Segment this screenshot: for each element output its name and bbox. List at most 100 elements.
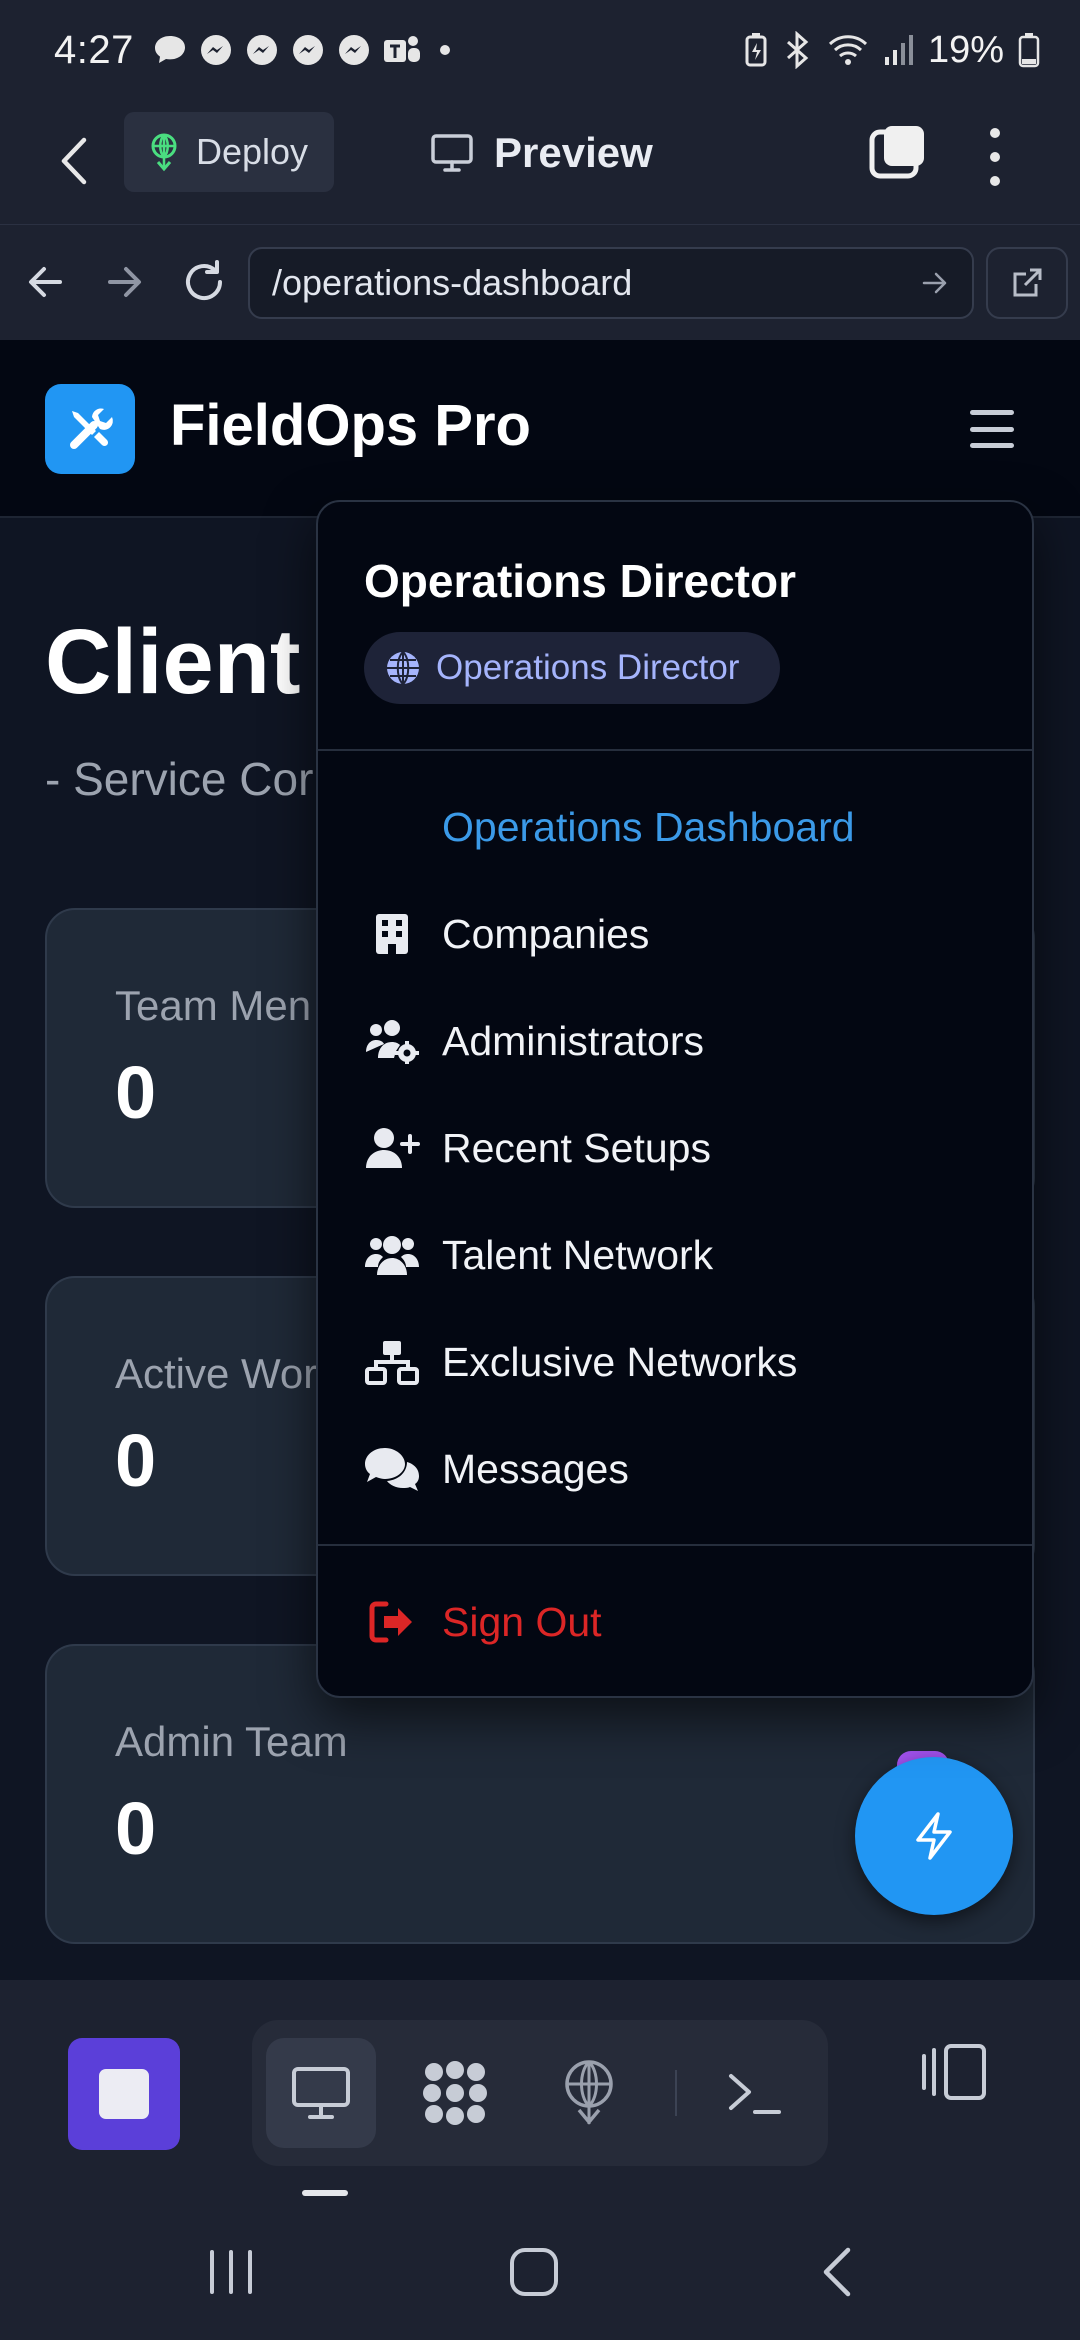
status-bar: 4:27 19%: [0, 0, 1080, 100]
deploy-icon: [151, 133, 177, 172]
device-frame-icon: [922, 2044, 986, 2100]
monitor-icon: [292, 2067, 350, 2119]
tabs-button[interactable]: [868, 122, 928, 182]
menu-item-label: Operations Dashboard: [442, 803, 855, 850]
user-dropdown-menu: Operations Director Operations Director …: [316, 500, 1034, 1698]
menu-item-label: Messages: [442, 1445, 629, 1492]
url-text: /operations-dashboard: [272, 262, 633, 303]
recent-apps-icon: [210, 2250, 252, 2294]
go-arrow-icon[interactable]: [920, 268, 950, 298]
browser-forward-button[interactable]: [104, 257, 144, 307]
deploy-tool-button[interactable]: [534, 2038, 644, 2148]
quick-action-button[interactable]: [855, 1757, 1013, 1915]
menu-item-label: Recent Setups: [442, 1124, 711, 1171]
stat-value: 0: [115, 1051, 157, 1134]
stop-button[interactable]: [68, 2038, 180, 2150]
battery-saver-icon: [745, 33, 767, 67]
apps-tool-button[interactable]: [400, 2038, 510, 2148]
menu-role-title: Operations Director: [364, 555, 796, 607]
terminal-icon: [729, 2074, 781, 2114]
messenger-icon: [200, 35, 231, 65]
menu-item-label: Talent Network: [442, 1231, 714, 1278]
more-notifications-dot: [439, 45, 450, 55]
arrow-left-icon: [29, 267, 62, 297]
menu-item-companies[interactable]: Companies: [318, 889, 1032, 979]
user-plus-icon: [362, 1118, 422, 1178]
bottom-toolbar: [0, 1980, 1080, 2206]
menu-item-label: Companies: [442, 910, 650, 957]
menu-item-label: Exclusive Networks: [442, 1338, 798, 1385]
signal-icon: [884, 35, 913, 65]
browser-back-button[interactable]: [26, 257, 66, 307]
reload-button[interactable]: [180, 257, 228, 307]
chat-bubble-icon: [154, 36, 185, 63]
notification-icons: [152, 32, 450, 68]
more-options-button[interactable]: [980, 122, 1010, 192]
comments-icon: [362, 1439, 422, 1499]
browser-bar: /operations-dashboard: [0, 224, 1080, 340]
system-status: 19%: [744, 29, 1040, 72]
device-toggle-button[interactable]: [920, 2042, 990, 2102]
menu-divider: [318, 749, 1032, 751]
preview-tab[interactable]: Preview: [430, 118, 653, 188]
app-top-bar: Deploy Preview: [0, 100, 1080, 224]
url-input[interactable]: /operations-dashboard: [248, 247, 974, 319]
status-time: 4:27: [54, 27, 134, 72]
chevron-left-icon: [823, 2247, 851, 2297]
apps-grid-icon: [423, 2061, 487, 2125]
menu-item-administrators[interactable]: Administrators: [318, 996, 1032, 1086]
menu-item-operations-dashboard[interactable]: Operations Dashboard: [318, 782, 1032, 872]
menu-item-talent-network[interactable]: Talent Network: [318, 1210, 1032, 1300]
teams-icon: [383, 36, 420, 62]
menu-item-recent-setups[interactable]: Recent Setups: [318, 1103, 1032, 1193]
sign-out-label: Sign Out: [442, 1598, 602, 1645]
wifi-icon: [828, 35, 867, 65]
deploy-button[interactable]: Deploy: [124, 112, 334, 192]
recent-apps-button[interactable]: [206, 2246, 256, 2298]
reload-icon: [186, 260, 222, 300]
menu-item-exclusive-networks[interactable]: Exclusive Networks: [318, 1317, 1032, 1407]
external-link-icon: [1013, 268, 1042, 297]
users-icon: [362, 1225, 422, 1285]
role-badge: Operations Director: [364, 632, 780, 704]
system-back-button[interactable]: [818, 2246, 854, 2298]
app-header: FieldOps Pro: [0, 340, 1080, 518]
stat-value: 0: [115, 1419, 157, 1502]
open-external-button[interactable]: [986, 247, 1068, 319]
battery-icon: [1018, 33, 1040, 68]
terminal-tool-button[interactable]: [700, 2038, 810, 2148]
tool-group: [252, 2020, 828, 2166]
back-button[interactable]: [58, 128, 104, 194]
tools-icon: [70, 408, 113, 449]
deploy-label: Deploy: [196, 131, 309, 172]
preview-tool-button[interactable]: [266, 2038, 376, 2148]
active-tool-indicator: [302, 2190, 348, 2196]
battery-percent: 19%: [927, 28, 1004, 71]
building-icon: [362, 904, 422, 964]
preview-label: Preview: [494, 129, 653, 176]
page-subtitle: - Service Cor: [45, 753, 314, 805]
menu-toggle-button[interactable]: [970, 410, 1014, 448]
monitor-icon: [431, 134, 473, 172]
network-wired-icon: [362, 1332, 422, 1392]
deploy-icon: [565, 2060, 613, 2125]
arrow-right-icon: [108, 267, 141, 297]
menu-item-messages[interactable]: Messages: [318, 1424, 1032, 1514]
toolbar-separator: [675, 2070, 677, 2116]
role-badge-label: Operations Director: [436, 648, 740, 687]
stop-icon: [99, 2069, 149, 2119]
users-cog-icon: [362, 1011, 422, 1071]
sign-out-button[interactable]: Sign Out: [318, 1577, 1032, 1667]
brand-logo[interactable]: [45, 384, 135, 474]
lightning-icon: [916, 1812, 952, 1860]
chevron-left-icon: [61, 137, 87, 185]
messenger-icon: [246, 35, 277, 65]
brand-name[interactable]: FieldOps Pro: [170, 392, 531, 459]
home-button[interactable]: [508, 2246, 560, 2298]
bluetooth-icon: [786, 31, 809, 69]
stat-label: Active Wor: [115, 1350, 318, 1397]
stat-label: Team Men: [115, 982, 312, 1029]
system-navigation-bar: [0, 2206, 1080, 2340]
stat-value: 0: [115, 1787, 157, 1870]
globe-icon: [387, 651, 419, 685]
